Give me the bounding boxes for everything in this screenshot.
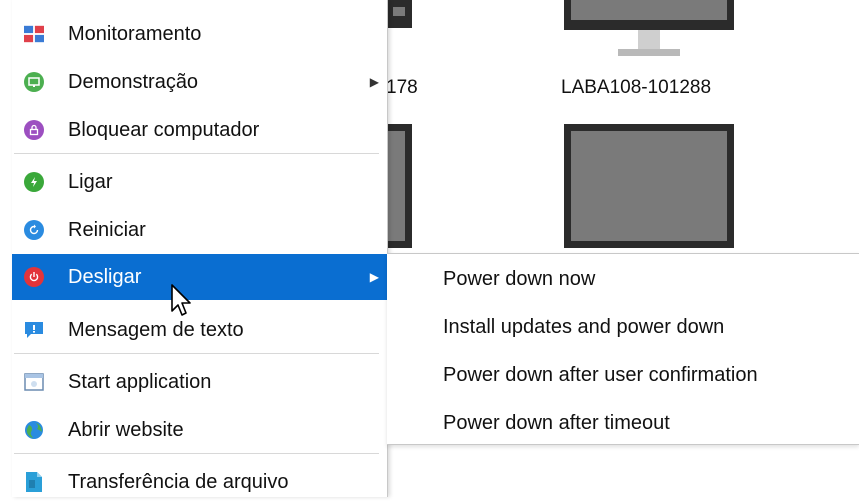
menu-item-abrir-website[interactable]: Abrir website [12, 408, 387, 452]
menu-item-label: Desligar [68, 265, 142, 288]
power-on-icon [24, 172, 44, 192]
menu-item-label: Monitoramento [68, 22, 202, 45]
menu-item-label: Demonstração [68, 70, 199, 93]
submenu-arrow-icon: ▶ [369, 270, 379, 284]
menu-item-monitoramento[interactable]: Monitoramento [12, 12, 387, 56]
computer-tile-monitor[interactable] [564, 124, 734, 248]
menu-separator [14, 453, 379, 454]
reboot-icon [24, 220, 44, 240]
text-message-icon [24, 320, 44, 340]
menu-item-label: Transferência de arquivo [68, 470, 289, 493]
power-off-icon [24, 267, 44, 287]
shutdown-submenu: Power down now Install updates and power… [387, 253, 859, 445]
menu-item-demonstracao[interactable]: Demonstração ▶ [12, 60, 387, 104]
menu-item-desligar[interactable]: Desligar ▶ [12, 254, 387, 300]
computer-tile-monitor[interactable] [386, 124, 412, 248]
globe-icon [24, 420, 44, 440]
menu-item-label: Start application [68, 370, 212, 393]
submenu-item-install-updates-power-down[interactable]: Install updates and power down [443, 316, 724, 339]
menu-item-label: Ligar [68, 170, 113, 193]
menu-separator [14, 353, 379, 354]
menu-item-label: Mensagem de texto [68, 318, 244, 341]
submenu-arrow-icon: ▶ [369, 75, 379, 89]
submenu-item-power-down-after-confirmation[interactable]: Power down after user confirmation [443, 364, 758, 387]
menu-item-label: Reiniciar [68, 218, 146, 241]
menu-item-label: Abrir website [68, 418, 184, 441]
context-menu: Monitoramento Demonstração ▶ Bloquear co… [12, 0, 388, 497]
monitor-tiles-icon [24, 24, 44, 44]
computer-tile-monitor[interactable] [386, 0, 412, 28]
lock-icon [24, 120, 44, 140]
menu-item-reiniciar[interactable]: Reiniciar [12, 208, 387, 252]
submenu-item-power-down-now[interactable]: Power down now [443, 268, 595, 291]
menu-item-start-application[interactable]: Start application [12, 360, 387, 404]
submenu-item-power-down-after-timeout[interactable]: Power down after timeout [443, 412, 670, 435]
computer-tile-monitor[interactable] [564, 0, 734, 30]
file-transfer-icon [24, 472, 44, 492]
menu-item-transferencia-de-arquivo[interactable]: Transferência de arquivo [12, 460, 387, 504]
computer-label: LABA108-101288 [561, 77, 712, 98]
menu-separator [14, 153, 379, 154]
menu-item-mensagem-de-texto[interactable]: Mensagem de texto [12, 308, 387, 352]
application-window-icon [24, 372, 44, 392]
demonstration-icon [24, 72, 44, 92]
menu-item-ligar[interactable]: Ligar [12, 160, 387, 204]
mouse-cursor-icon [170, 283, 198, 326]
computer-label: 178 [386, 77, 418, 98]
menu-item-bloquear-computador[interactable]: Bloquear computador [12, 108, 387, 152]
menu-item-label: Bloquear computador [68, 118, 260, 141]
